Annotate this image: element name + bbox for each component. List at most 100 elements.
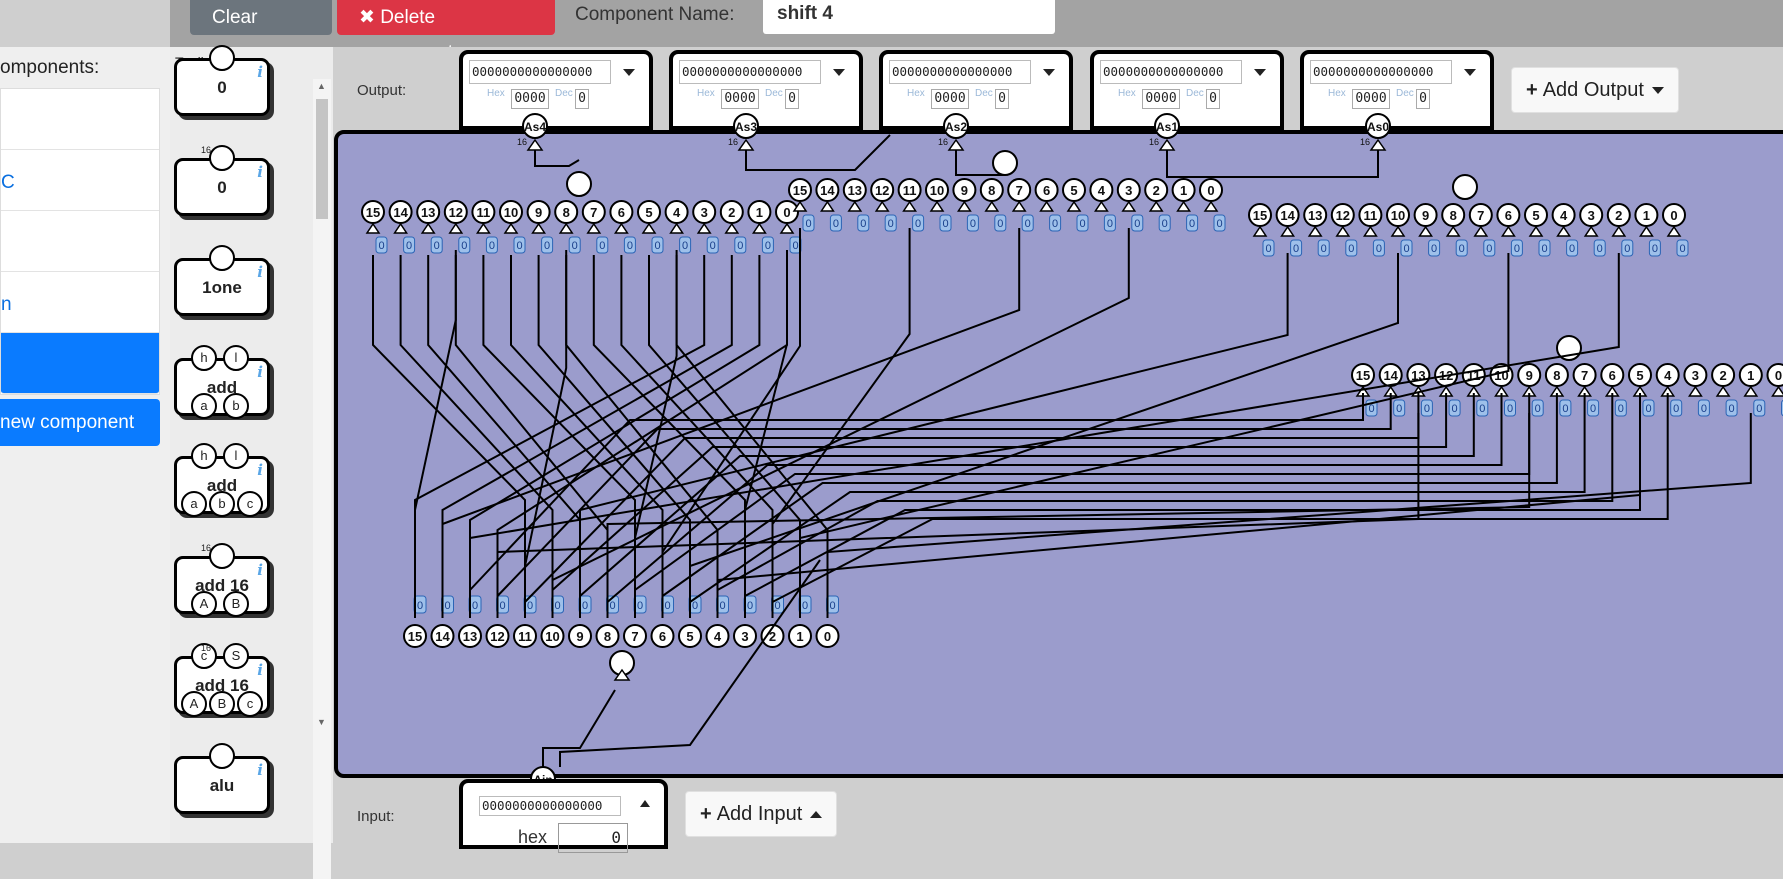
info-icon[interactable]: i <box>257 761 263 779</box>
caret-up-icon[interactable] <box>640 800 650 807</box>
info-icon[interactable]: i <box>257 561 263 579</box>
toolbox-item-label: 1one <box>177 278 267 298</box>
bit-pin-label: 14 <box>393 205 408 220</box>
pin[interactable]: h <box>191 443 217 469</box>
pin[interactable]: B <box>223 591 249 617</box>
pin[interactable]: b <box>223 393 249 419</box>
wire-value: 0 <box>1459 243 1465 255</box>
pin[interactable]: l <box>223 345 249 371</box>
output-pin-name: As2 <box>945 120 967 134</box>
bit-pin-label: 4 <box>1560 208 1568 223</box>
pin[interactable]: a <box>191 393 217 419</box>
info-icon[interactable]: i <box>257 163 263 181</box>
wire-value: 0 <box>692 600 698 612</box>
wire-value: 0 <box>664 600 670 612</box>
wire-value: 0 <box>860 218 866 230</box>
toolbox-item[interactable]: add 16icSABc16 <box>174 656 270 714</box>
circuit-canvas[interactable]: 1501401301201101009080706050403020100015… <box>0 0 1783 843</box>
plus-icon: + <box>700 803 712 825</box>
wire-value: 0 <box>1673 403 1679 415</box>
bit-pin-label: 14 <box>820 183 835 198</box>
output-pin-name: As4 <box>524 120 546 134</box>
wire-value: 0 <box>472 600 478 612</box>
bit-pin-label: 10 <box>930 183 944 198</box>
wire-value: 0 <box>1134 218 1140 230</box>
pin[interactable]: S <box>223 643 249 669</box>
wire-value: 0 <box>1348 243 1354 255</box>
info-icon[interactable]: i <box>257 461 263 479</box>
input-binary-field[interactable]: 0000000000000000 <box>479 796 621 816</box>
input-hex-field[interactable]: 0 <box>558 823 628 853</box>
wire-value: 0 <box>461 240 467 252</box>
pin[interactable]: l <box>223 443 249 469</box>
pin[interactable] <box>209 45 235 71</box>
bit-pin-label: 5 <box>1532 208 1539 223</box>
wire-value: 0 <box>1052 218 1058 230</box>
wire-value: 0 <box>1597 243 1603 255</box>
bit-pin-label: 3 <box>741 629 748 644</box>
bit-pin-label: 7 <box>1016 183 1023 198</box>
bit-pin-label: 15 <box>793 183 807 198</box>
bit-pin-label: 4 <box>1098 183 1106 198</box>
wire-value: 0 <box>572 240 578 252</box>
bit-pin-label: 15 <box>408 629 422 644</box>
toolbox-item[interactable]: 1onei <box>174 258 270 316</box>
wire-value: 0 <box>434 240 440 252</box>
bus-node[interactable] <box>567 172 591 196</box>
pin[interactable]: c <box>237 691 263 717</box>
wire-value: 0 <box>1507 403 1513 415</box>
pin[interactable] <box>209 145 235 171</box>
toolbox-item[interactable]: 0i16 <box>174 158 270 216</box>
wire-value: 0 <box>1535 403 1541 415</box>
toolbox-item[interactable]: alui <box>174 756 270 814</box>
bit-pin-label: 6 <box>1609 368 1616 383</box>
bit-pin-label: 11 <box>1364 208 1378 223</box>
toolbox-item[interactable]: addihlab <box>174 358 270 416</box>
bit-pin-label: 1 <box>756 205 763 220</box>
bus-width-label: 16 <box>517 137 527 147</box>
output-pin-name: As1 <box>1156 120 1178 134</box>
toolbox-item[interactable]: add 16iAB16 <box>174 556 270 614</box>
bit-pin-label: 5 <box>686 629 693 644</box>
info-icon[interactable]: i <box>257 63 263 81</box>
wire-value: 0 <box>489 240 495 252</box>
wire-value: 0 <box>378 240 384 252</box>
pin[interactable]: h <box>191 345 217 371</box>
bit-pin-label: 3 <box>1588 208 1595 223</box>
pin[interactable]: A <box>181 691 207 717</box>
wire-value: 0 <box>499 600 505 612</box>
bus-node[interactable] <box>1453 175 1477 199</box>
bit-pin-label: 3 <box>701 205 708 220</box>
bit-pin-label: 2 <box>1153 183 1160 198</box>
pin[interactable] <box>209 245 235 271</box>
toolbox-item-label: alu <box>177 776 267 796</box>
info-icon[interactable]: i <box>257 363 263 381</box>
wire-value: 0 <box>1729 403 1735 415</box>
toolbox-item[interactable]: addihlabc <box>174 456 270 514</box>
wire-value: 0 <box>1107 218 1113 230</box>
bit-pin-label: 13 <box>463 629 477 644</box>
pin[interactable] <box>209 543 235 569</box>
bit-pin-label: 0 <box>783 205 790 220</box>
pin[interactable]: B <box>209 691 235 717</box>
bit-pin-label: 13 <box>1308 208 1322 223</box>
wire-value: 0 <box>1376 243 1382 255</box>
bit-pin-label: 4 <box>1664 368 1672 383</box>
input-hex-label: hex <box>518 827 547 848</box>
wire-value: 0 <box>1562 403 1568 415</box>
info-icon[interactable]: i <box>257 263 263 281</box>
wire-value: 0 <box>1424 403 1430 415</box>
wire-value: 0 <box>747 600 753 612</box>
pin[interactable] <box>209 743 235 769</box>
bit-pin-label: 9 <box>1526 368 1533 383</box>
pin[interactable]: A <box>191 591 217 617</box>
bit-pin-label: 7 <box>1477 208 1484 223</box>
bus-node[interactable] <box>993 151 1017 175</box>
add-input-button[interactable]: +Add Input <box>685 791 837 837</box>
pin[interactable]: b <box>209 491 235 517</box>
info-icon[interactable]: i <box>257 661 263 679</box>
wire-value: 0 <box>1162 218 1168 230</box>
pin[interactable]: c <box>237 491 263 517</box>
pin[interactable]: a <box>181 491 207 517</box>
toolbox-item[interactable]: 0i <box>174 58 270 116</box>
